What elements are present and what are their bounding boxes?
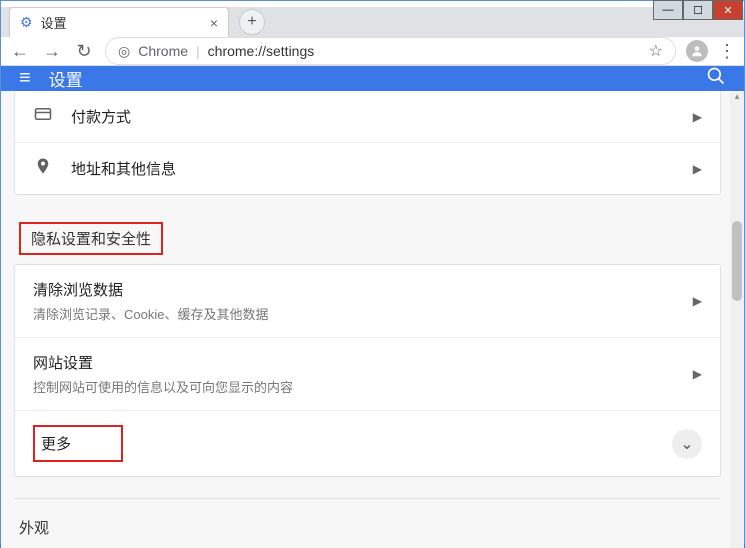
chevron-right-icon: ▶: [693, 110, 702, 124]
divider: [15, 498, 720, 499]
omnibox-prefix: Chrome: [138, 43, 188, 59]
chevron-right-icon: ▶: [693, 367, 702, 381]
omnibox-separator: |: [196, 43, 200, 59]
more-label: 更多: [41, 436, 71, 453]
omnibox-url: chrome://settings: [208, 43, 315, 59]
new-tab-button[interactable]: +: [239, 9, 265, 35]
site-settings-row[interactable]: 网站设置 控制网站可使用的信息以及可向您显示的内容 ▶: [15, 337, 720, 410]
settings-content: 付款方式 ▶ 地址和其他信息 ▶ 隐私设置和安全性: [1, 91, 730, 548]
expand-button[interactable]: ⌄: [672, 429, 702, 459]
scrollbar-thumb[interactable]: [732, 221, 742, 301]
window-maximize-button[interactable]: ☐: [683, 0, 713, 20]
row-title: 地址和其他信息: [71, 158, 675, 179]
row-title: 付款方式: [71, 106, 675, 127]
settings-header: ≡ 设置: [1, 66, 744, 91]
tab-strip: ⚙ 设置 × +: [1, 7, 744, 37]
highlight-box: 更多: [33, 425, 123, 462]
privacy-card: 清除浏览数据 清除浏览记录、Cookie、缓存及其他数据 ▶ 网站设置 控制网站…: [15, 265, 720, 476]
chevron-right-icon: ▶: [693, 162, 702, 176]
privacy-section-heading: 隐私设置和安全性: [15, 216, 720, 265]
browser-toolbar: ← → ↻ ◎ Chrome | chrome://settings ☆ ⋮: [1, 37, 744, 66]
clear-browsing-data-row[interactable]: 清除浏览数据 清除浏览记录、Cookie、缓存及其他数据 ▶: [15, 265, 720, 337]
row-subtitle: 清除浏览记录、Cookie、缓存及其他数据: [33, 304, 675, 323]
window-controls: — ☐ ✕: [653, 0, 743, 20]
close-tab-button[interactable]: ×: [210, 15, 218, 31]
back-button[interactable]: ←: [9, 41, 31, 62]
forward-button[interactable]: →: [41, 41, 63, 62]
window-minimize-button[interactable]: —: [653, 0, 683, 20]
window-close-button[interactable]: ✕: [713, 0, 743, 20]
location-icon: [33, 157, 53, 180]
address-bar[interactable]: ◎ Chrome | chrome://settings ☆: [105, 37, 676, 65]
chevron-down-icon: ⌄: [680, 434, 693, 454]
browser-tab[interactable]: ⚙ 设置 ×: [9, 7, 229, 37]
chevron-right-icon: ▶: [693, 294, 702, 308]
reload-button[interactable]: ↻: [73, 41, 95, 62]
profile-avatar[interactable]: [686, 40, 708, 62]
highlight-box: 隐私设置和安全性: [19, 222, 163, 255]
row-title: 清除浏览数据: [33, 279, 675, 300]
settings-title: 设置: [49, 66, 688, 91]
tab-title: 设置: [41, 13, 202, 32]
addresses-row[interactable]: 地址和其他信息 ▶: [15, 142, 720, 194]
chrome-logo-icon: ◎: [118, 43, 130, 60]
row-title: 网站设置: [33, 352, 675, 373]
bookmark-star-icon[interactable]: ☆: [649, 41, 663, 61]
browser-menu-button[interactable]: ⋮: [718, 41, 736, 62]
appearance-section-heading: 外观: [15, 511, 720, 548]
search-icon[interactable]: [706, 66, 726, 91]
gear-icon: ⚙: [20, 14, 33, 31]
menu-icon[interactable]: ≡: [19, 67, 31, 90]
autofill-card: 付款方式 ▶ 地址和其他信息 ▶: [15, 91, 720, 194]
credit-card-icon: [33, 105, 53, 128]
row-subtitle: 控制网站可使用的信息以及可向您显示的内容: [33, 377, 675, 396]
vertical-scrollbar[interactable]: ▴: [730, 91, 744, 548]
scroll-up-button[interactable]: ▴: [730, 91, 744, 105]
more-row[interactable]: 更多 ⌄: [15, 410, 720, 476]
payment-methods-row[interactable]: 付款方式 ▶: [15, 91, 720, 142]
